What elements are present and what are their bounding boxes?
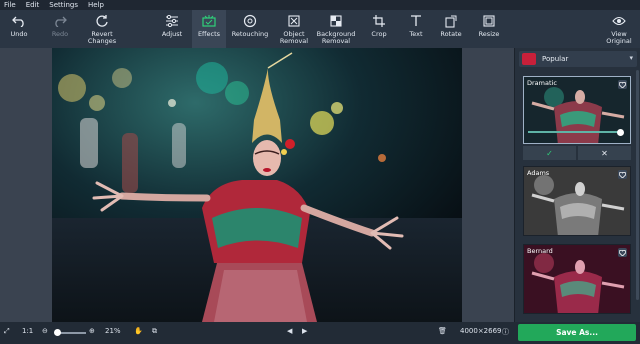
cancel-effect-button[interactable]: ✕ xyxy=(578,146,631,160)
effects-icon xyxy=(201,14,217,28)
resize-label: Resize xyxy=(478,30,500,38)
intensity-slider[interactable] xyxy=(528,131,620,133)
rotate-button[interactable]: Rotate xyxy=(436,10,466,48)
zoom-out-icon[interactable]: ⊖ xyxy=(42,327,48,335)
object-removal-label: Object Removal xyxy=(279,30,309,45)
background-removal-icon xyxy=(328,14,344,28)
resize-icon xyxy=(481,14,497,28)
background-removal-label: Background Removal xyxy=(316,30,356,45)
save-as-button[interactable]: Save As... xyxy=(518,324,636,341)
category-dropdown[interactable]: Popular ▾ xyxy=(519,51,637,67)
menu-settings[interactable]: Settings xyxy=(49,0,78,10)
revert-changes-button[interactable]: Revert Changes xyxy=(82,10,122,48)
redo-label: Redo xyxy=(51,30,69,38)
compare-icon[interactable]: ⧉ xyxy=(152,327,157,336)
effect-name-bernard: Bernard xyxy=(527,247,553,255)
apply-cancel-row: ✓ ✕ xyxy=(523,146,631,160)
intensity-slider-handle[interactable] xyxy=(617,129,624,136)
object-removal-button[interactable]: Object Removal xyxy=(276,10,312,48)
redo-button[interactable]: Redo xyxy=(45,10,75,48)
check-icon: ✓ xyxy=(546,148,553,158)
revert-icon xyxy=(94,14,110,28)
retouching-button[interactable]: Retouching xyxy=(230,10,270,48)
favorite-heart-icon[interactable] xyxy=(618,170,627,179)
undo-button[interactable]: Undo xyxy=(4,10,34,48)
toolbar: Undo Redo Revert Changes Adjust Effects xyxy=(0,10,640,48)
next-image-icon[interactable]: ▶ xyxy=(302,327,307,335)
adjust-label: Adjust xyxy=(161,30,183,38)
previous-image-icon[interactable]: ◀ xyxy=(287,327,292,335)
retouch-icon xyxy=(242,14,258,28)
adjust-button[interactable]: Adjust xyxy=(156,10,188,48)
menu-bar: File Edit Settings Help xyxy=(0,0,640,10)
menu-edit[interactable]: Edit xyxy=(26,0,40,10)
retouching-label: Retouching xyxy=(231,30,269,38)
canvas-area[interactable] xyxy=(0,48,514,322)
rotate-icon xyxy=(443,14,459,28)
effect-name-adams: Adams xyxy=(527,169,550,177)
zoom-slider-handle[interactable] xyxy=(54,329,61,336)
favorite-heart-icon[interactable] xyxy=(618,80,627,89)
category-icon xyxy=(522,53,536,65)
sliders-icon xyxy=(164,14,180,28)
resize-button[interactable]: Resize xyxy=(474,10,504,48)
chevron-down-icon: ▾ xyxy=(629,54,633,62)
crop-icon xyxy=(371,14,387,28)
effects-button[interactable]: Effects xyxy=(192,10,226,48)
app-window: File Edit Settings Help Undo Redo Revert… xyxy=(0,0,640,344)
undo-label: Undo xyxy=(10,30,28,38)
rotate-label: Rotate xyxy=(440,30,462,38)
close-icon: ✕ xyxy=(601,148,608,158)
apply-effect-button[interactable]: ✓ xyxy=(523,146,576,160)
zoom-level: 21% xyxy=(105,327,121,335)
redo-icon xyxy=(52,14,68,28)
text-button[interactable]: Text xyxy=(403,10,429,48)
effect-name-dramatic: Dramatic xyxy=(527,79,557,87)
object-removal-icon xyxy=(286,14,302,28)
undo-icon xyxy=(11,14,27,28)
text-icon xyxy=(408,14,424,28)
view-original-label: View Original xyxy=(606,30,632,45)
zoom-in-icon[interactable]: ⊕ xyxy=(89,327,95,335)
photo-canvas[interactable] xyxy=(52,48,462,322)
fit-screen-icon[interactable]: ⤢ xyxy=(4,327,10,336)
category-label: Popular xyxy=(542,55,569,63)
menu-help[interactable]: Help xyxy=(88,0,104,10)
image-dimensions: 4000×2669 xyxy=(460,327,502,335)
favorite-heart-icon[interactable] xyxy=(618,248,627,257)
info-icon[interactable]: ⓘ xyxy=(502,327,509,337)
background-removal-button[interactable]: Background Removal xyxy=(314,10,358,48)
effect-thumb-adams[interactable]: Adams xyxy=(523,166,631,236)
effect-thumb-bernard[interactable]: Bernard xyxy=(523,244,631,314)
revert-label: Revert Changes xyxy=(87,30,117,45)
crop-label: Crop xyxy=(371,30,387,38)
effects-panel: Popular ▾ Dramatic ✓ ✕ Adams Bernard xyxy=(514,48,640,322)
text-label: Text xyxy=(409,30,423,38)
crop-button[interactable]: Crop xyxy=(366,10,392,48)
hand-tool-icon[interactable]: ✋ xyxy=(134,327,143,335)
trash-icon[interactable]: 🗑 xyxy=(438,327,447,335)
panel-scrollbar[interactable] xyxy=(636,70,639,300)
actual-size-button[interactable]: 1:1 xyxy=(22,327,33,335)
view-original-button[interactable]: View Original xyxy=(602,10,636,48)
effect-thumb-dramatic[interactable]: Dramatic xyxy=(523,76,631,144)
eye-icon xyxy=(611,14,627,28)
menu-file[interactable]: File xyxy=(4,0,16,10)
effects-label: Effects xyxy=(197,30,221,38)
